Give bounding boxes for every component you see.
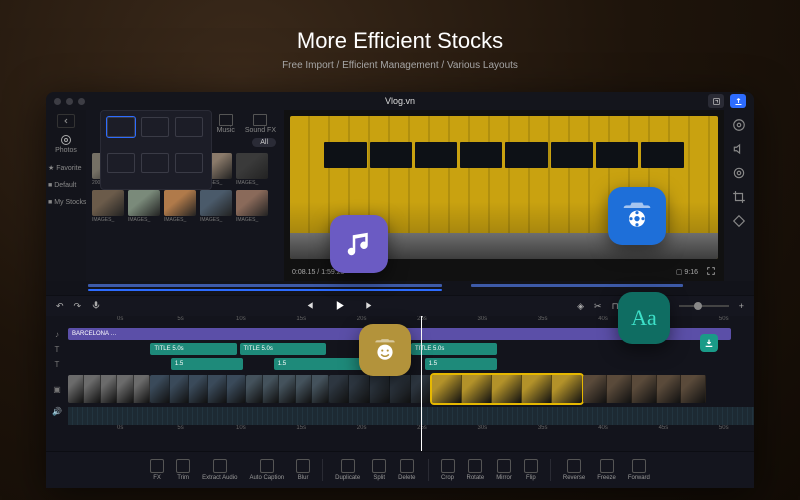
overlay-music-icon: [330, 215, 388, 273]
folder-mystocks[interactable]: ■ My Stocks: [46, 199, 88, 206]
video-clip[interactable]: [150, 375, 246, 403]
overlay-clip[interactable]: 1.5: [425, 358, 498, 370]
zoom-slider[interactable]: [679, 305, 729, 307]
title-clip[interactable]: TITLE 5.0s: [150, 343, 236, 355]
tool-extract-audio[interactable]: Extract Audio: [202, 459, 237, 481]
layout-opt-1[interactable]: [107, 117, 135, 137]
audio-track[interactable]: 🔊: [46, 407, 754, 425]
media-thumb[interactable]: IMAGES_: [128, 190, 160, 223]
video-clip[interactable]: [246, 375, 328, 403]
marker-icon[interactable]: ◈: [577, 301, 584, 312]
video-clip[interactable]: [432, 375, 583, 403]
tagline: Free Import / Efficient Management / Var…: [0, 60, 800, 71]
next-icon[interactable]: [364, 300, 375, 313]
video-clip[interactable]: [583, 375, 706, 403]
video-clip[interactable]: [329, 375, 432, 403]
layout-opt-4[interactable]: [107, 153, 135, 173]
layout-popover[interactable]: [100, 110, 212, 190]
redo-icon[interactable]: ↷: [74, 301, 82, 312]
tool-freeze[interactable]: Freeze: [597, 459, 616, 481]
tool-blur[interactable]: Blur: [296, 459, 310, 481]
app-window: Vlog.vn Photos ★ Favorite ■ Default ■ My…: [46, 92, 754, 488]
tool-crop-icon[interactable]: [732, 190, 746, 204]
cut-icon[interactable]: ✂: [594, 301, 602, 312]
undo-icon[interactable]: ↶: [56, 301, 64, 312]
media-thumb[interactable]: IMAGES_: [200, 190, 232, 223]
playhead[interactable]: [421, 316, 422, 451]
filter-all[interactable]: All: [252, 138, 276, 147]
overlay-video-icon: [608, 187, 666, 245]
video-track[interactable]: ▣: [46, 373, 754, 405]
tool-mirror[interactable]: Mirror: [496, 459, 512, 481]
export-button[interactable]: [730, 94, 746, 108]
folder-default[interactable]: ■ Default: [46, 182, 88, 189]
media-thumb[interactable]: IMAGES_: [236, 190, 268, 223]
media-thumb[interactable]: IMAGES_: [164, 190, 196, 223]
tool-auto-caption[interactable]: Auto Caption: [249, 459, 284, 481]
fullscreen-icon[interactable]: [706, 266, 716, 278]
share-button[interactable]: [708, 94, 724, 108]
media-thumb[interactable]: IMAGES_: [92, 190, 124, 223]
tool-crop[interactable]: Crop: [441, 459, 455, 481]
media-tab-photos[interactable]: Photos: [55, 134, 77, 154]
tool-forward[interactable]: Forward: [628, 459, 650, 481]
tool-delete[interactable]: Delete: [398, 459, 415, 481]
play-icon[interactable]: [333, 299, 346, 314]
tool-flip[interactable]: Flip: [524, 459, 538, 481]
media-thumb[interactable]: IMAGES_: [236, 153, 268, 186]
zoom-in-icon[interactable]: +: [739, 301, 744, 311]
tab-music[interactable]: Music: [217, 114, 235, 134]
titlebar: Vlog.vn: [46, 92, 754, 110]
overlay-text-icon: Aa: [618, 292, 670, 344]
back-button[interactable]: [57, 114, 75, 128]
video-clip[interactable]: [68, 375, 150, 403]
tool-fx[interactable]: FX: [150, 459, 164, 481]
overlay-emoji-icon: [359, 324, 411, 376]
project-title: Vlog.vn: [46, 96, 754, 106]
headline: More Efficient Stocks: [0, 28, 800, 54]
tool-row: FX Trim Extract Audio Auto Caption Blur Dupli…: [46, 451, 754, 488]
layout-opt-3[interactable]: [175, 117, 203, 137]
left-sidebar: Photos ★ Favorite ■ Default ■ My Stocks: [46, 110, 86, 281]
layout-opt-6[interactable]: [175, 153, 203, 173]
mic-icon[interactable]: [91, 300, 101, 312]
corner-download-icon[interactable]: [700, 334, 718, 352]
tool-reverse[interactable]: Reverse: [563, 459, 585, 481]
tool-adjust-icon[interactable]: [732, 118, 746, 132]
tool-duplicate[interactable]: Duplicate: [335, 459, 360, 481]
tool-trim[interactable]: Trim: [176, 459, 190, 481]
tool-key-icon[interactable]: [732, 214, 746, 228]
tool-split[interactable]: Split: [372, 459, 386, 481]
tab-soundfx[interactable]: Sound FX: [245, 114, 276, 134]
overlay-clip[interactable]: 1.5: [171, 358, 244, 370]
title-clip[interactable]: TITLE 5.0s: [240, 343, 326, 355]
media-tab-label: Photos: [55, 147, 77, 154]
folder-favorite[interactable]: ★ Favorite: [46, 164, 88, 172]
prev-icon[interactable]: [304, 300, 315, 313]
tool-rotate[interactable]: Rotate: [467, 459, 485, 481]
title-clip[interactable]: TITLE 5.0s: [411, 343, 497, 355]
right-tools: [724, 110, 754, 281]
ruler-bottom: 0s5s10s15s20s25s30s35s40s45s50s: [46, 425, 754, 435]
tool-volume-icon[interactable]: [732, 142, 746, 156]
layout-opt-2[interactable]: [141, 117, 169, 137]
tool-color-icon[interactable]: [732, 166, 746, 180]
layout-opt-5[interactable]: [141, 153, 169, 173]
preview-device[interactable]: ▢ 9:16: [676, 268, 698, 276]
